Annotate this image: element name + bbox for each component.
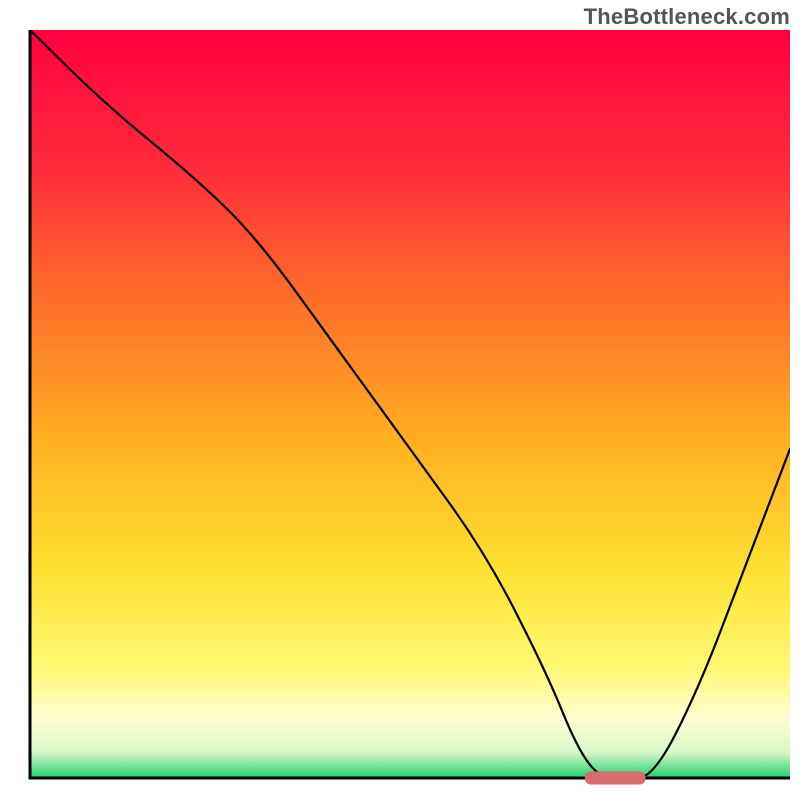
watermark-text: TheBottleneck.com [584,4,790,30]
gradient-background [30,30,790,778]
bottleneck-chart: TheBottleneck.com [0,0,800,800]
target-marker [585,772,646,785]
chart-svg [0,0,800,800]
